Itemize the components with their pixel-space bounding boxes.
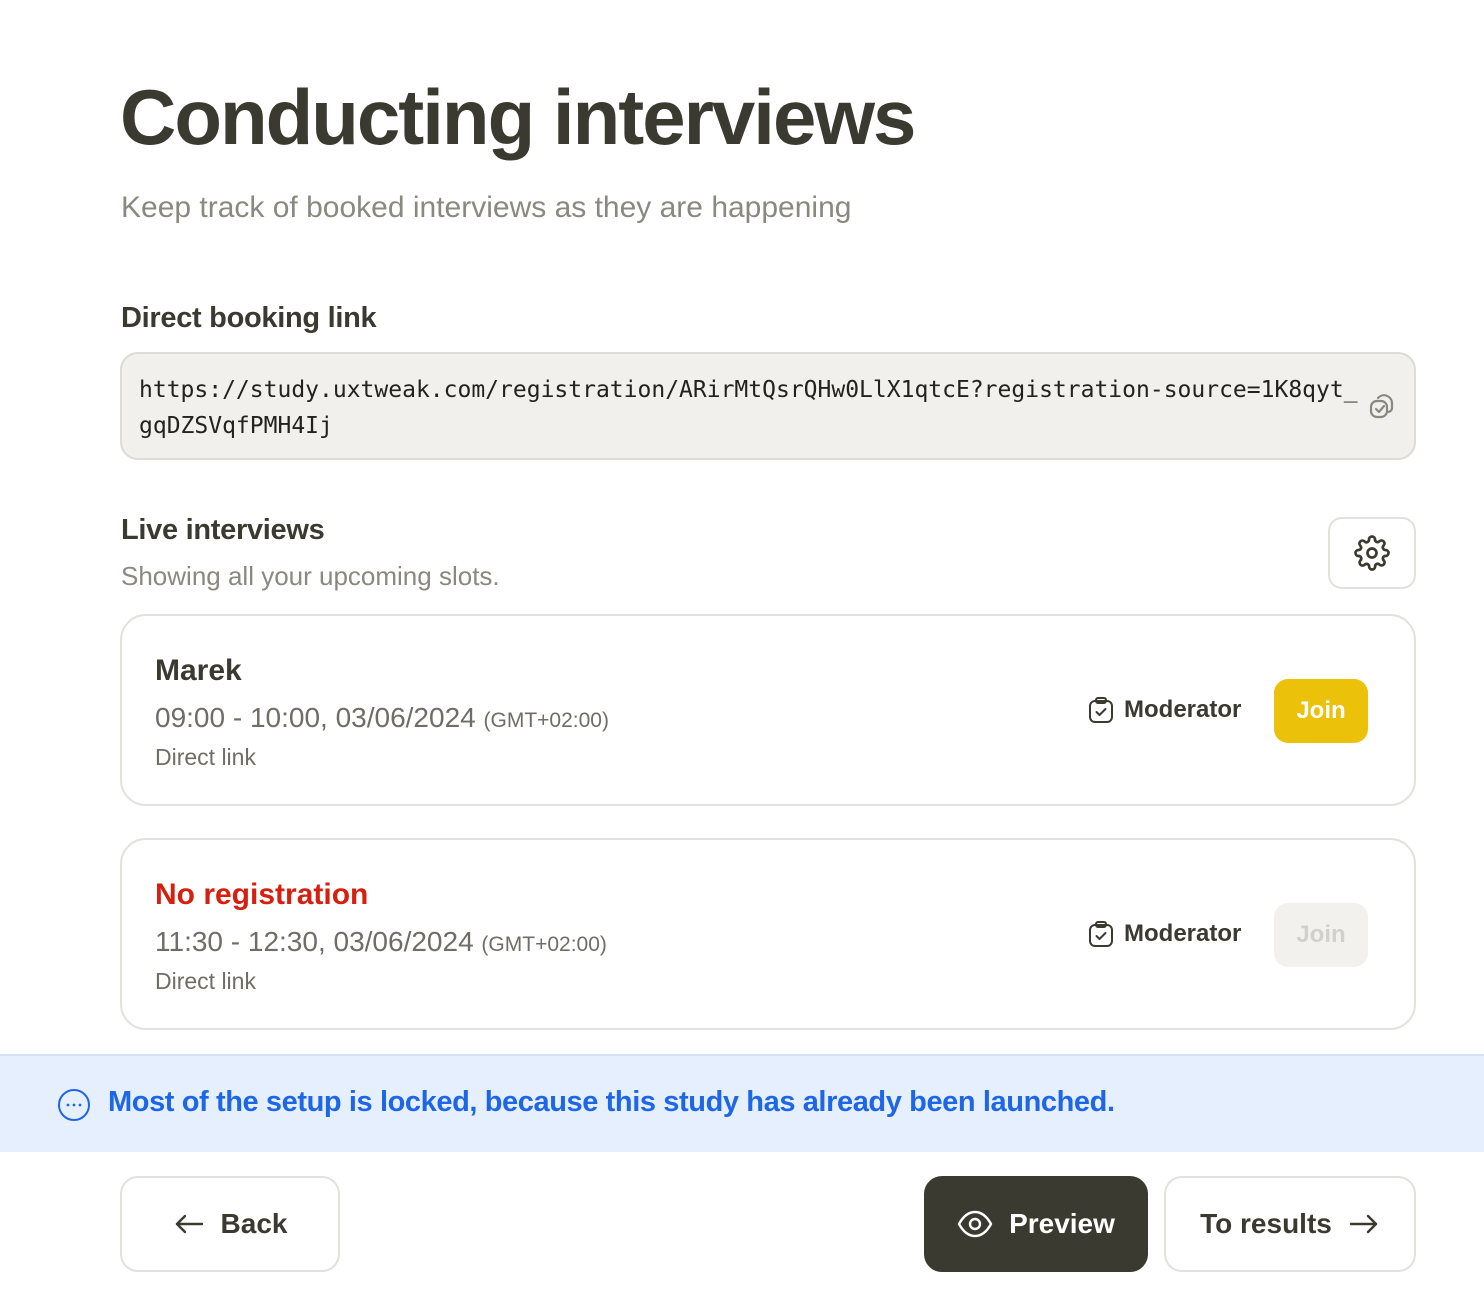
arrow-left-icon	[175, 1214, 203, 1234]
back-label: Back	[220, 1208, 288, 1239]
join-button-disabled: Join	[1274, 903, 1368, 967]
copy-icon[interactable]	[1364, 388, 1400, 424]
booking-link-title: Direct booking link	[121, 302, 377, 334]
clipboard-check-icon	[1089, 697, 1113, 723]
eye-icon	[957, 1210, 993, 1238]
slot-timezone: (GMT+02:00)	[481, 933, 607, 956]
locked-setup-message: Most of the setup is locked, because thi…	[108, 1086, 1115, 1118]
live-interviews-subtitle: Showing all your upcoming slots.	[121, 561, 500, 591]
slot-participant-name: Marek	[155, 654, 242, 687]
slot-time-range: 09:00 - 10:00, 03/06/2024	[155, 702, 476, 733]
interview-slot-card: Marek 09:00 - 10:00, 03/06/2024 (GMT+02:…	[120, 614, 1416, 806]
booking-link-url[interactable]: https://study.uxtweak.com/registration/A…	[139, 372, 1359, 444]
preview-button[interactable]: Preview	[924, 1176, 1148, 1272]
slot-source: Direct link	[155, 744, 256, 770]
to-results-button[interactable]: To results	[1164, 1176, 1416, 1272]
slot-time: 09:00 - 10:00, 03/06/2024 (GMT+02:00)	[155, 702, 609, 734]
back-button[interactable]: Back	[120, 1176, 340, 1272]
to-results-label: To results	[1200, 1208, 1332, 1239]
info-dots-icon	[58, 1089, 90, 1121]
arrow-right-icon	[1349, 1214, 1378, 1234]
moderator-label: Moderator	[1124, 920, 1242, 947]
page-subtitle: Keep track of booked interviews as they …	[121, 191, 852, 224]
live-interviews-title: Live interviews	[121, 514, 325, 546]
booking-link-field[interactable]: https://study.uxtweak.com/registration/A…	[120, 352, 1416, 460]
moderator-label: Moderator	[1124, 696, 1242, 723]
settings-button[interactable]	[1328, 517, 1416, 589]
slot-timezone: (GMT+02:00)	[483, 709, 609, 732]
clipboard-check-icon	[1089, 921, 1113, 947]
preview-label: Preview	[1009, 1208, 1115, 1239]
interview-slot-card: No registration 11:30 - 12:30, 03/06/202…	[120, 838, 1416, 1030]
page-title: Conducting interviews	[120, 73, 916, 161]
slot-source: Direct link	[155, 968, 256, 994]
moderator-role: Moderator	[1088, 920, 1241, 948]
slot-participant-name: No registration	[155, 878, 369, 911]
slot-time-range: 11:30 - 12:30, 03/06/2024	[155, 926, 474, 957]
moderator-role: Moderator	[1088, 696, 1241, 724]
gear-icon	[1354, 535, 1390, 571]
locked-setup-banner: Most of the setup is locked, because thi…	[0, 1054, 1484, 1152]
slot-time: 11:30 - 12:30, 03/06/2024 (GMT+02:00)	[155, 926, 607, 958]
join-button[interactable]: Join	[1274, 679, 1368, 743]
